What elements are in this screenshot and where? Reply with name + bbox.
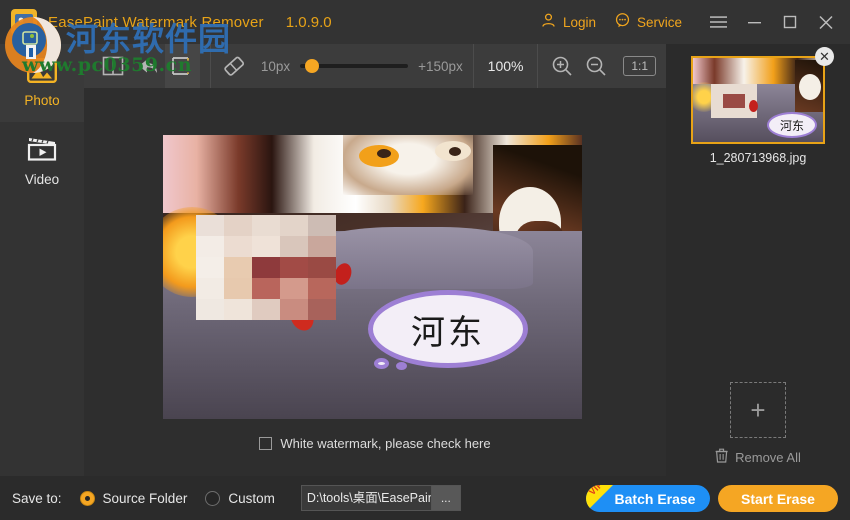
hamburger-menu-icon[interactable]	[700, 0, 736, 44]
start-erase-label: Start Erase	[741, 490, 815, 507]
canvas-area: 河东 White watermark, please check here	[84, 88, 666, 476]
title-bar: EasePaint Watermark Remover 1.0.9.0 Logi…	[0, 0, 850, 44]
sidebar-item-label: Photo	[24, 93, 60, 108]
login-button[interactable]: Login	[540, 12, 596, 32]
brush-size-slider[interactable]	[300, 59, 409, 73]
login-label: Login	[562, 14, 596, 30]
white-watermark-row: White watermark, please check here	[84, 436, 666, 451]
user-icon	[540, 12, 557, 32]
trash-icon	[715, 448, 728, 466]
batch-erase-label: Batch Erase	[614, 490, 696, 507]
image-watermark-text: 河东	[368, 290, 528, 368]
add-files-button[interactable]: +	[730, 382, 786, 438]
brush-slider-handle[interactable]	[305, 59, 320, 73]
magnifier-plus-icon[interactable]	[544, 44, 579, 88]
thumbnail-item[interactable]: ✕ 河东 1_280713968.jpg	[691, 47, 834, 165]
easepaint-window: EasePaint Watermark Remover 1.0.9.0 Logi…	[0, 0, 850, 520]
zoom-level-label: 100%	[487, 58, 524, 74]
file-list-panel: ✕ 河东 1_280713968.jpg + Remove All	[666, 44, 850, 476]
close-icon[interactable]	[808, 0, 844, 44]
sidebar-item-photo[interactable]: Photo	[0, 44, 84, 122]
browse-path-button[interactable]: ...	[430, 485, 461, 511]
left-sidebar: Photo Video	[0, 44, 84, 476]
brush-max-label: +150px	[418, 58, 463, 74]
thumbnail-image[interactable]: 河东	[691, 56, 825, 144]
white-watermark-checkbox[interactable]	[259, 437, 273, 450]
brush-min-label: 10px	[260, 58, 291, 74]
image-icon	[27, 58, 58, 86]
start-erase-button[interactable]: Start Erase	[718, 485, 838, 512]
remove-all-button[interactable]: Remove All	[715, 448, 801, 466]
undo-arrow-icon[interactable]	[131, 44, 166, 88]
chat-bubble-icon	[614, 12, 631, 32]
app-logo-icon	[8, 6, 40, 38]
sidebar-item-label: Video	[24, 171, 60, 187]
actual-size-button[interactable]: 1:1	[623, 56, 657, 76]
sidebar-item-video[interactable]: Video	[0, 122, 84, 200]
maximize-icon[interactable]	[772, 0, 808, 44]
radio-source-folder-label: Source Folder	[102, 490, 188, 506]
minimize-icon[interactable]	[736, 0, 772, 44]
white-watermark-label: White watermark, please check here	[280, 436, 491, 451]
radio-custom-label: Custom	[228, 490, 275, 506]
bottom-bar: Save to: Source Folder Custom D:\tools\桌…	[0, 476, 850, 520]
save-path-input[interactable]: D:\tools\桌面\EasePaint_	[300, 485, 431, 511]
radio-custom[interactable]: Custom	[205, 490, 275, 506]
save-path-group: D:\tools\桌面\EasePaint_ ...	[300, 485, 461, 511]
batch-erase-button[interactable]: VIP Batch Erase	[586, 485, 710, 512]
editing-photo[interactable]: 河东	[163, 135, 582, 419]
app-title: EasePaint Watermark Remover	[48, 13, 264, 31]
radio-source-folder-indicator[interactable]	[79, 490, 95, 506]
service-label: Service	[636, 14, 682, 30]
save-to-label: Save to:	[12, 490, 62, 506]
magnifier-minus-icon[interactable]	[579, 44, 614, 88]
toolbar-separator-3	[537, 44, 539, 88]
app-version: 1.0.9.0	[285, 13, 332, 31]
editor-toolbar: 10px +150px 100% 1:1	[84, 44, 666, 88]
radio-source-folder[interactable]: Source Folder	[79, 490, 188, 506]
service-button[interactable]: Service	[614, 12, 682, 32]
thumbnail-watermark-text: 河东	[767, 112, 817, 138]
video-clapper-icon	[27, 136, 57, 165]
split-view-icon[interactable]	[96, 44, 131, 88]
brush-size-slider-group: 10px +150px	[251, 59, 473, 74]
pixelated-region	[196, 215, 336, 320]
marquee-select-icon[interactable]	[165, 44, 200, 88]
toolbar-separator	[209, 44, 211, 88]
eraser-icon[interactable]	[216, 44, 251, 88]
close-icon[interactable]: ✕	[815, 47, 834, 66]
remove-all-label: Remove All	[735, 449, 801, 465]
image-watermark-bubble: 河东	[368, 290, 528, 370]
thumbnail-filename: 1_280713968.jpg	[709, 151, 807, 165]
radio-custom-indicator[interactable]	[205, 490, 221, 506]
